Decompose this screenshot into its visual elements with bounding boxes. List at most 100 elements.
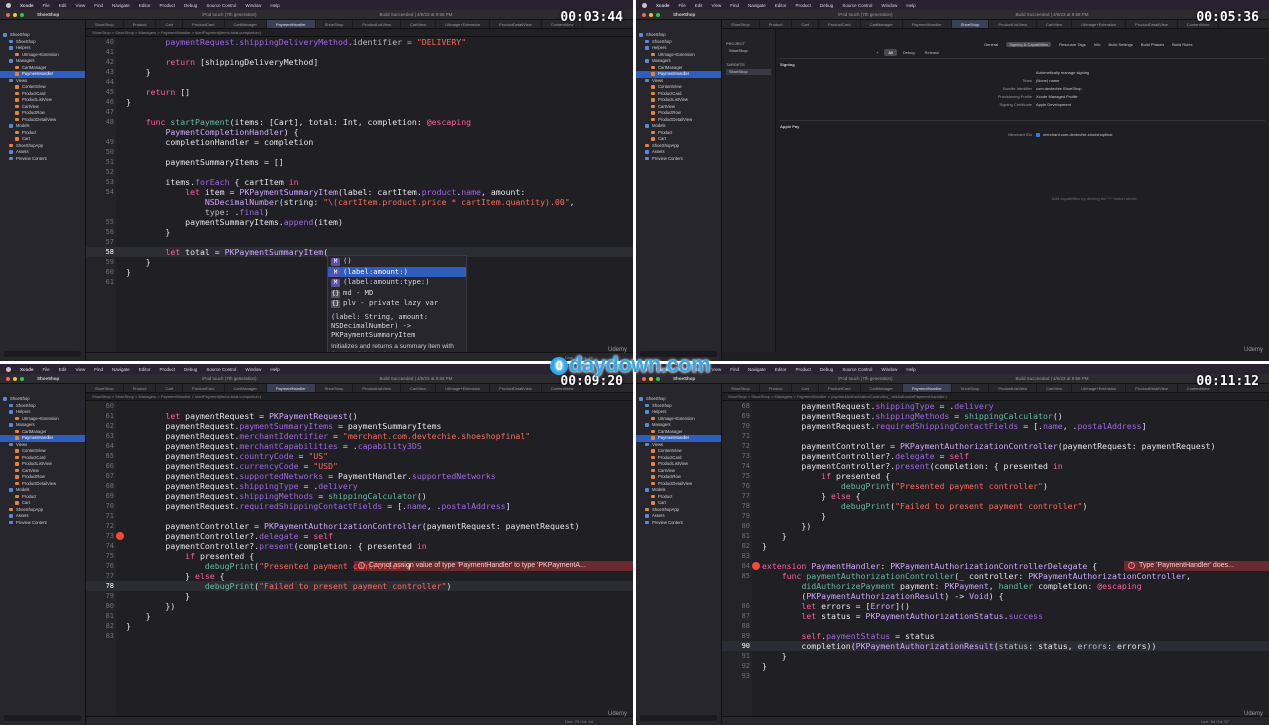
code-line[interactable]: 88 xyxy=(722,621,1269,631)
editor-tab[interactable]: Cart xyxy=(792,384,820,392)
menu-debug[interactable]: Debug xyxy=(184,367,197,372)
menu-help[interactable]: Help xyxy=(906,3,915,8)
menu-find[interactable]: Find xyxy=(94,367,103,372)
code-line[interactable]: 93 xyxy=(722,671,1269,681)
code-line[interactable]: 74 paymentController?.present(completion… xyxy=(86,541,633,551)
code-line[interactable]: 68 paymentRequest.shippingType = .delive… xyxy=(722,401,1269,411)
menu-help[interactable]: Help xyxy=(270,3,279,8)
menu-view[interactable]: View xyxy=(76,367,86,372)
editor-tab[interactable]: ProductDetailView xyxy=(1126,384,1178,392)
code-line[interactable]: 62 paymentRequest.paymentSummaryItems = … xyxy=(86,421,633,431)
editor-tab[interactable]: Cart xyxy=(156,20,184,28)
editor-tab[interactable]: ProductCard xyxy=(819,20,861,28)
menu-debug[interactable]: Debug xyxy=(820,367,833,372)
app-menu[interactable]: Xcode xyxy=(20,367,34,372)
settings-tab[interactable]: Build Settings xyxy=(1108,42,1132,47)
menu-file[interactable]: File xyxy=(679,3,686,8)
apple-menu-icon[interactable] xyxy=(6,366,11,372)
code-line[interactable]: 76 debugPrint("Presented payment control… xyxy=(86,561,633,571)
jump-bar[interactable]: ShoeShop > ShoeShop > Managers > Payment… xyxy=(86,29,633,37)
editor-tab[interactable]: CartManager xyxy=(861,20,903,28)
editor-tab[interactable]: ProductListView xyxy=(989,384,1037,392)
code-line[interactable]: 82} xyxy=(722,541,1269,551)
code-line[interactable]: 72 paymentController = PKPaymentAuthoriz… xyxy=(86,521,633,531)
editor-tab[interactable]: CartManager xyxy=(225,384,267,392)
editor-tab[interactable]: PaymentHandler xyxy=(903,20,952,28)
menu-editor[interactable]: Editor xyxy=(775,367,787,372)
code-line[interactable]: 65 paymentRequest.countryCode = "US" xyxy=(86,451,633,461)
editor-tab[interactable]: CartView xyxy=(1037,20,1073,28)
code-line[interactable]: 51 paymentSummaryItems = [] xyxy=(86,157,633,167)
menu-source-control[interactable]: Source Control xyxy=(842,367,872,372)
code-completion-popup[interactable]: M() M (label:amount:) M (label:amount:type:)… xyxy=(327,255,467,361)
code-line[interactable]: 72 paymentController = PKPaymentAuthoriz… xyxy=(722,441,1269,451)
editor-tab[interactable]: ShoeShop xyxy=(316,20,354,28)
settings-tab[interactable]: Build Rules xyxy=(1172,42,1192,47)
code-line[interactable]: 82} xyxy=(86,621,633,631)
menu-find[interactable]: Find xyxy=(94,3,103,8)
merchant-checkbox[interactable] xyxy=(1036,132,1040,137)
editor-tab[interactable]: ProductListView xyxy=(353,384,401,392)
menu-window[interactable]: Window xyxy=(881,3,897,8)
editor-tab[interactable]: PaymentHandler xyxy=(902,384,952,392)
code-line[interactable]: NSDecimalNumber(string: "\(cartItem.prod… xyxy=(86,197,633,207)
editor-tab[interactable]: PaymentHandler xyxy=(266,20,316,28)
source-editor[interactable]: ! Cannot assign value of type 'PaymentHan… xyxy=(86,401,633,716)
config-segment[interactable]: All xyxy=(884,49,897,56)
zoom-window-button[interactable] xyxy=(20,12,24,17)
code-line[interactable]: 78 debugPrint("Failed to present payment… xyxy=(86,581,633,591)
navigator-item[interactable]: Preview Content xyxy=(636,156,721,163)
menu-navigate[interactable]: Navigate xyxy=(112,367,130,372)
editor-tab[interactable]: CartView xyxy=(401,384,437,392)
code-line[interactable]: 69 paymentRequest.shippingMethods = ship… xyxy=(722,411,1269,421)
completion-item[interactable]: M (label:amount:type:) xyxy=(328,277,466,288)
editor-tab[interactable]: ShoeShop xyxy=(952,384,990,392)
menu-edit[interactable]: Edit xyxy=(695,3,703,8)
editor-tab[interactable]: ShoeShop xyxy=(316,384,354,392)
editor-tab[interactable]: ProductCard xyxy=(819,384,861,392)
editor-tab[interactable]: ProductCard xyxy=(183,20,225,28)
editor-tab[interactable]: ProductDetailView xyxy=(490,384,542,392)
code-line[interactable]: 79 } xyxy=(722,511,1269,521)
field-value[interactable]: Automatically manage signing xyxy=(1036,70,1089,75)
editor-tab[interactable]: ShoeShop xyxy=(86,20,124,28)
editor-tab[interactable]: ProductDetailView xyxy=(490,20,542,28)
zoom-window-button[interactable] xyxy=(656,12,660,17)
code-line[interactable]: 85 func paymentAuthorizationController(_… xyxy=(722,571,1269,581)
menu-find[interactable]: Find xyxy=(730,3,739,8)
editor-tab[interactable]: CartView xyxy=(1037,384,1073,392)
menu-view[interactable]: View xyxy=(76,3,86,8)
editor-tab[interactable]: ProductDetailView xyxy=(1126,20,1178,28)
completion-item[interactable]: {} plv - private lazy var xyxy=(328,298,466,309)
menu-product[interactable]: Product xyxy=(160,3,176,8)
code-line[interactable]: 86 let errors = [Error]() xyxy=(722,601,1269,611)
code-line[interactable]: 61 let paymentRequest = PKPaymentRequest… xyxy=(86,411,633,421)
editor-tab[interactable]: Cart xyxy=(156,384,184,392)
editor-tab[interactable]: Product xyxy=(760,384,793,392)
menu-editor[interactable]: Editor xyxy=(775,3,787,8)
editor-tab[interactable]: ShoeShop xyxy=(722,20,760,28)
editor-tab[interactable]: UIImage+Extension xyxy=(1072,20,1127,28)
code-line[interactable]: type: .final) xyxy=(86,207,633,217)
code-line[interactable]: 81 } xyxy=(86,611,633,621)
code-line[interactable]: 81 } xyxy=(722,531,1269,541)
menu-view[interactable]: View xyxy=(712,3,722,8)
apple-pay-section-header[interactable]: Apple Pay xyxy=(780,120,1265,129)
code-line[interactable]: PaymentCompletionHandler) { xyxy=(86,127,633,137)
editor-tab[interactable]: ProductCard xyxy=(183,384,225,392)
settings-tab[interactable]: General xyxy=(984,42,998,47)
menu-product[interactable]: Product xyxy=(160,367,176,372)
navigator-filter-field[interactable] xyxy=(4,715,81,721)
menu-navigate[interactable]: Navigate xyxy=(748,367,766,372)
editor-tab[interactable]: ShoeShop xyxy=(722,384,760,392)
code-line[interactable]: 83 xyxy=(86,631,633,641)
project-item[interactable]: ShoeShop xyxy=(726,48,771,54)
settings-tab[interactable]: Build Phases xyxy=(1141,42,1164,47)
field-value[interactable]: com.devtechie.ShoeShop xyxy=(1036,86,1082,91)
menu-edit[interactable]: Edit xyxy=(59,367,67,372)
jump-bar[interactable]: ShoeShop > ShoeShop > Managers > Payment… xyxy=(722,393,1269,401)
navigator-item[interactable]: Preview Content xyxy=(636,520,721,527)
code-line[interactable]: 87 let status = PKPaymentAuthorizationSt… xyxy=(722,611,1269,621)
source-editor[interactable]: ! Type 'PaymentHandler' does... 68 paymen… xyxy=(722,401,1269,716)
close-window-button[interactable] xyxy=(6,12,10,17)
